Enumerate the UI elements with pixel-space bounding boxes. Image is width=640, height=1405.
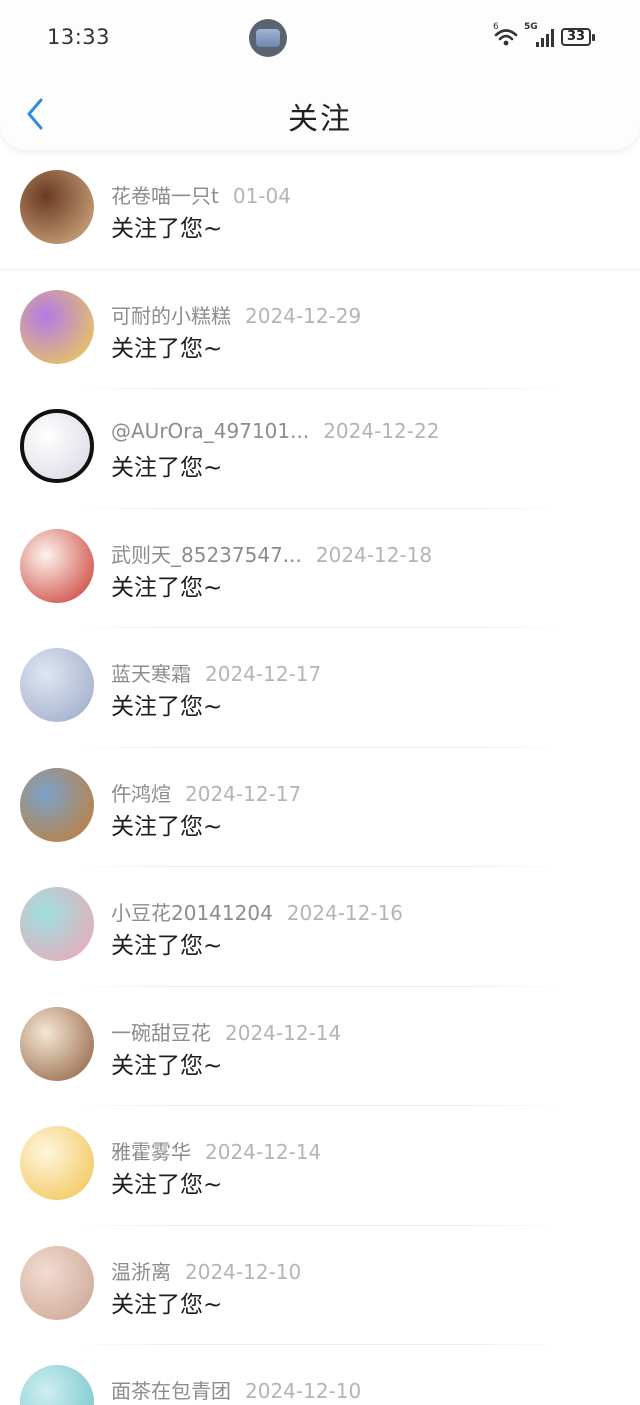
page-title: 关注 <box>288 102 352 137</box>
avatar[interactable] <box>20 887 94 961</box>
user-name[interactable]: 一碗甜豆花 <box>111 1021 211 1045</box>
list-item[interactable]: 仵鸿煊 2024-12-17 关注了您~ <box>0 748 640 867</box>
nav-bar: 关注 <box>0 76 640 150</box>
name-line: 温浙离 2024-12-10 <box>111 1256 301 1285</box>
follow-date: 2024-12-14 <box>225 1020 342 1045</box>
follow-date: 2024-12-16 <box>286 901 404 925</box>
follow-message: 关注了您~ <box>111 216 223 242</box>
name-line: 可耐的小糕糕 2024-12-29 <box>111 300 361 329</box>
avatar[interactable] <box>20 767 94 842</box>
user-name[interactable]: 可耐的小糕糕 <box>111 304 231 328</box>
header: 13:33 6 5G 33 关注 <box>0 0 640 150</box>
name-line: 仵鸿煊 2024-12-17 <box>111 778 301 807</box>
follow-message: 关注了您~ <box>111 455 223 481</box>
avatar[interactable] <box>20 1006 94 1081</box>
name-line: 面茶在包青团 2024-12-10 <box>111 1375 361 1404</box>
follow-message: 关注了您~ <box>111 1052 223 1079</box>
list-item[interactable]: @AUrOra_497101... 2024-12-22 关注了您~ <box>0 389 640 509</box>
follow-date: 2024-12-14 <box>205 1140 322 1164</box>
name-line: 一碗甜豆花 2024-12-14 <box>111 1017 341 1046</box>
user-name[interactable]: 仵鸿煊 <box>111 782 171 806</box>
list-item[interactable]: 武则天_85237547... 2024-12-18 关注了您~ <box>0 509 640 628</box>
follow-date: 2024-12-10 <box>245 1379 362 1403</box>
user-name[interactable]: @AUrOra_497101... <box>111 419 309 443</box>
user-name[interactable]: 面茶在包青团 <box>111 1379 231 1403</box>
avatar[interactable] <box>20 170 94 244</box>
user-name[interactable]: 温浙离 <box>111 1260 171 1284</box>
status-bar: 13:33 6 5G 33 <box>0 0 640 76</box>
follow-date: 2024-12-29 <box>245 303 362 328</box>
user-name[interactable]: 小豆花20141204 <box>111 901 273 925</box>
user-name[interactable]: 雅霍雾华 <box>111 1140 191 1164</box>
follow-message: 关注了您~ <box>111 1172 223 1198</box>
signal-icon <box>536 29 554 47</box>
avatar[interactable] <box>20 1245 94 1320</box>
list-item[interactable]: 花卷喵一只t 01-04 关注了您~ <box>0 150 640 270</box>
follow-message: 关注了您~ <box>111 694 223 720</box>
follow-date: 2024-12-10 <box>185 1259 302 1284</box>
follow-date: 01-04 <box>232 184 291 208</box>
notification-app-icon <box>249 19 287 57</box>
avatar[interactable] <box>20 648 94 722</box>
list-item[interactable]: 可耐的小糕糕 2024-12-29 关注了您~ <box>0 270 640 389</box>
follow-date: 2024-12-17 <box>205 662 322 686</box>
avatar[interactable] <box>20 1126 94 1200</box>
status-time: 13:33 <box>47 25 111 49</box>
follow-message: 关注了您~ <box>111 933 223 959</box>
list-item[interactable]: 蓝天寒霜 2024-12-17 关注了您~ <box>0 628 640 748</box>
system-icons: 6 5G 33 <box>493 22 603 52</box>
follow-date: 2024-12-22 <box>323 419 440 443</box>
avatar[interactable] <box>20 528 94 603</box>
wifi-label: 6 <box>493 22 499 32</box>
name-line: 花卷喵一只t 01-04 <box>111 180 291 209</box>
name-line: 武则天_85237547... 2024-12-18 <box>111 539 432 568</box>
list-item[interactable]: 雅霍雾华 2024-12-14 关注了您~ <box>0 1106 640 1226</box>
follow-date: 2024-12-17 <box>185 781 302 806</box>
avatar[interactable] <box>20 409 94 483</box>
avatar[interactable] <box>20 289 94 364</box>
battery-level: 33 <box>566 29 586 44</box>
name-line: 雅霍雾华 2024-12-14 <box>111 1136 321 1165</box>
follow-list: 花卷喵一只t 01-04 关注了您~ 可耐的小糕糕 2024-12-29 关注了您~ @AU… <box>0 150 640 1405</box>
list-item[interactable]: 面茶在包青团 2024-12-10 <box>0 1345 640 1405</box>
battery-icon: 33 <box>561 28 591 46</box>
follow-message: 关注了您~ <box>111 813 223 840</box>
user-name[interactable]: 武则天_85237547... <box>111 543 302 567</box>
list-item[interactable]: 一碗甜豆花 2024-12-14 关注了您~ <box>0 987 640 1106</box>
battery-tip <box>592 34 595 41</box>
user-name[interactable]: 蓝天寒霜 <box>111 662 191 686</box>
list-item[interactable]: 小豆花20141204 2024-12-16 关注了您~ <box>0 867 640 987</box>
follow-message: 关注了您~ <box>111 335 223 362</box>
name-line: 小豆花20141204 2024-12-16 <box>111 897 403 926</box>
list-item[interactable]: 温浙离 2024-12-10 关注了您~ <box>0 1226 640 1345</box>
follow-message: 关注了您~ <box>111 1291 223 1318</box>
avatar[interactable] <box>20 1365 94 1405</box>
user-name[interactable]: 花卷喵一只t <box>111 184 219 208</box>
name-line: @AUrOra_497101... 2024-12-22 <box>111 419 439 443</box>
follow-date: 2024-12-18 <box>315 542 433 567</box>
follow-message: 关注了您~ <box>111 574 223 601</box>
name-line: 蓝天寒霜 2024-12-17 <box>111 658 321 687</box>
